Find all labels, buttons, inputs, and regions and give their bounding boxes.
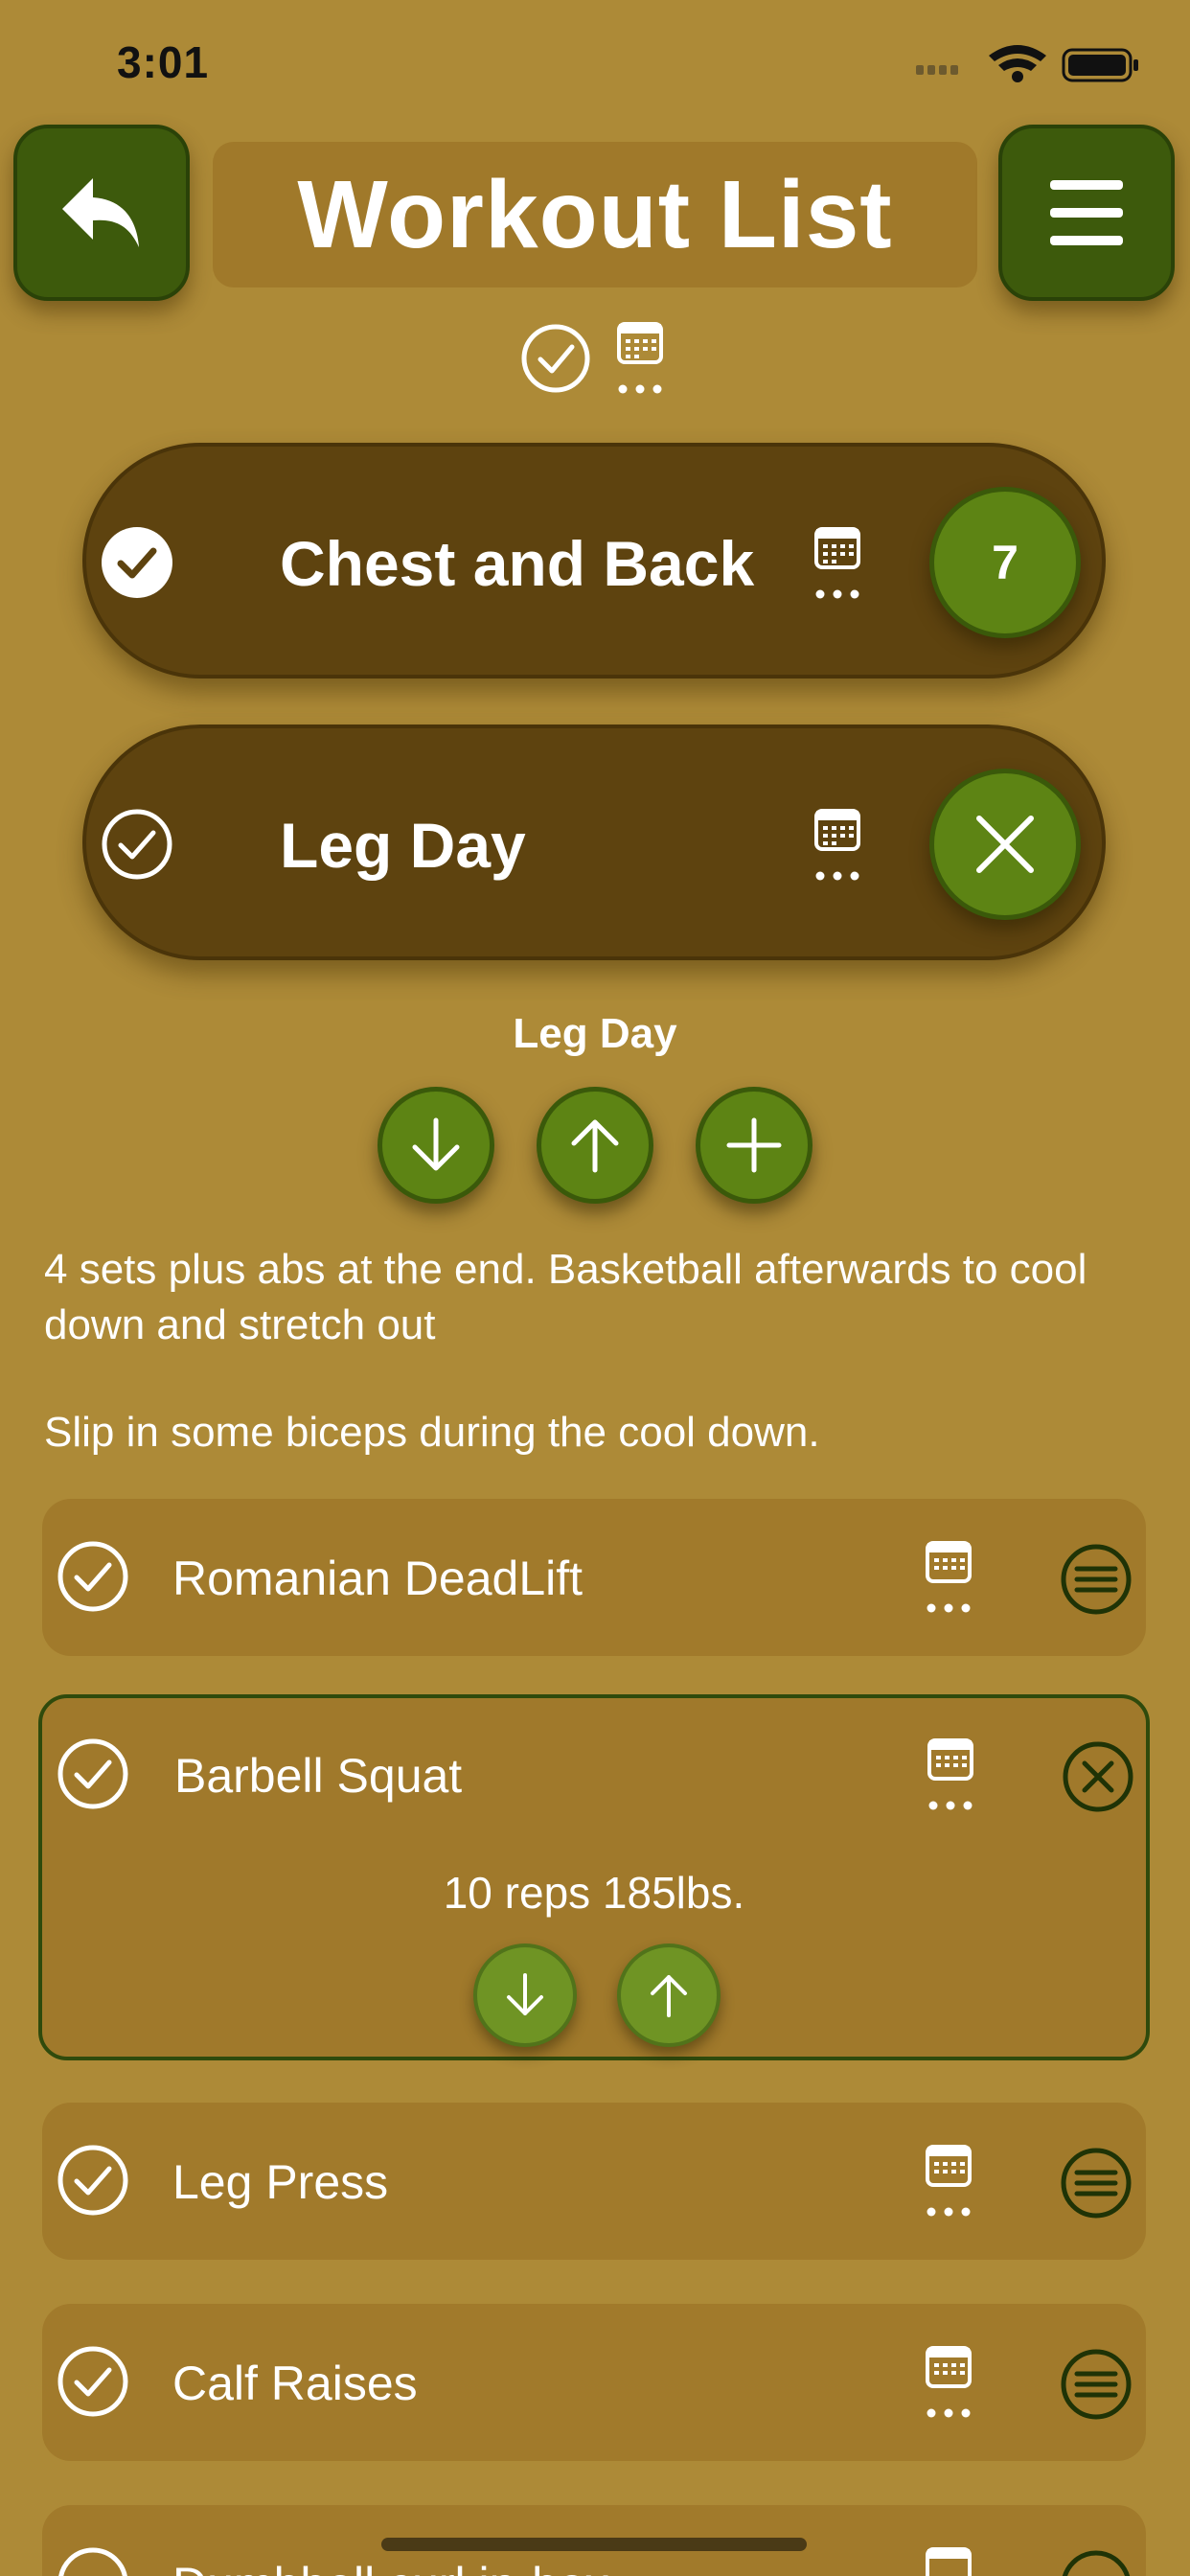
move-exercise-down-button[interactable] — [473, 1944, 577, 2047]
arrow-down-icon — [507, 1973, 543, 2015]
calendar-button[interactable] — [615, 320, 665, 397]
workout-day-name: Chest and Back — [280, 528, 755, 599]
page-title: Workout List — [297, 160, 893, 268]
battery-icon — [1062, 48, 1138, 82]
arrow-down-icon — [412, 1117, 460, 1171]
calendar-more-icon[interactable] — [812, 525, 862, 607]
calendar-more-icon[interactable] — [812, 807, 862, 888]
workout-day-chest-and-back[interactable]: Chest and Back 7 — [82, 443, 1106, 678]
exercise-name: Calf Raises — [172, 2357, 418, 2410]
checkmark-circle-icon[interactable] — [56, 1539, 130, 1619]
close-icon — [976, 816, 1034, 873]
checkmark-circle-icon[interactable] — [100, 807, 174, 886]
move-down-button[interactable] — [378, 1087, 494, 1204]
exercise-count: 7 — [992, 536, 1018, 589]
status-icons — [903, 38, 1190, 86]
close-icon[interactable] — [1062, 1740, 1134, 1818]
list-menu-icon[interactable] — [1060, 1543, 1133, 1621]
back-button[interactable] — [13, 125, 190, 301]
list-menu-icon[interactable] — [1060, 2348, 1133, 2426]
checkmark-circle-icon[interactable] — [56, 2143, 130, 2222]
exercise-row[interactable]: Romanian DeadLift — [42, 1499, 1146, 1656]
calendar-more-icon[interactable] — [926, 1736, 975, 1818]
selected-day-title: Leg Day — [513, 1010, 677, 1057]
workout-notes-extra: Slip in some biceps during the cool down… — [44, 1409, 820, 1456]
calendar-more-icon[interactable] — [924, 1539, 973, 1621]
exercise-detail: 10 reps 185lbs. — [443, 1868, 745, 1918]
cellular-signal-icon — [916, 65, 958, 75]
status-time: 3:01 — [117, 37, 210, 87]
list-menu-icon[interactable] — [1060, 2549, 1133, 2576]
workout-day-name: Leg Day — [280, 810, 526, 881]
workout-day-leg-day[interactable]: Leg Day — [82, 724, 1106, 960]
calendar-more-icon[interactable] — [924, 2143, 973, 2224]
calendar-more-icon[interactable] — [924, 2545, 973, 2576]
checkmark-circle-icon[interactable] — [56, 1736, 130, 1816]
title-box: Workout List — [213, 142, 977, 288]
arrow-up-icon — [571, 1119, 619, 1173]
move-exercise-up-button[interactable] — [617, 1944, 721, 2047]
completed-check-icon[interactable] — [100, 525, 174, 605]
checkmark-circle-icon — [521, 324, 590, 393]
wifi-icon — [989, 45, 1046, 82]
exercise-name: Leg Press — [172, 2155, 389, 2209]
exercise-name: Romanian DeadLift — [172, 1552, 584, 1605]
exercise-name: Barbell Squat — [174, 1749, 463, 1803]
exercise-row[interactable]: Leg Press — [42, 2103, 1146, 2260]
checkmark-circle-icon[interactable] — [56, 2545, 130, 2576]
list-menu-icon[interactable] — [1060, 2147, 1133, 2224]
hamburger-menu-icon — [1050, 180, 1123, 245]
arrow-up-icon — [651, 1975, 687, 2017]
workout-notes: 4 sets plus abs at the end. Basketball a… — [44, 1246, 1087, 1348]
home-indicator[interactable] — [381, 2538, 807, 2551]
exercise-name: Dumbbell curl in-box — [172, 2557, 609, 2576]
menu-button[interactable] — [998, 125, 1175, 301]
calendar-more-icon[interactable] — [924, 2344, 973, 2426]
plus-icon — [726, 1117, 782, 1173]
check-all-button[interactable] — [519, 322, 592, 395]
exercise-row-selected[interactable]: Barbell Squat 10 reps 185lbs. — [38, 1694, 1150, 2060]
checkmark-circle-icon[interactable] — [56, 2344, 130, 2424]
reply-arrow-icon — [62, 178, 139, 247]
calendar-more-icon — [617, 322, 663, 394]
exercise-count-badge[interactable]: 7 — [929, 487, 1081, 638]
exercise-row[interactable]: Calf Raises — [42, 2304, 1146, 2461]
add-exercise-button[interactable] — [696, 1087, 812, 1204]
move-up-button[interactable] — [537, 1087, 653, 1204]
close-day-button[interactable] — [929, 769, 1081, 920]
